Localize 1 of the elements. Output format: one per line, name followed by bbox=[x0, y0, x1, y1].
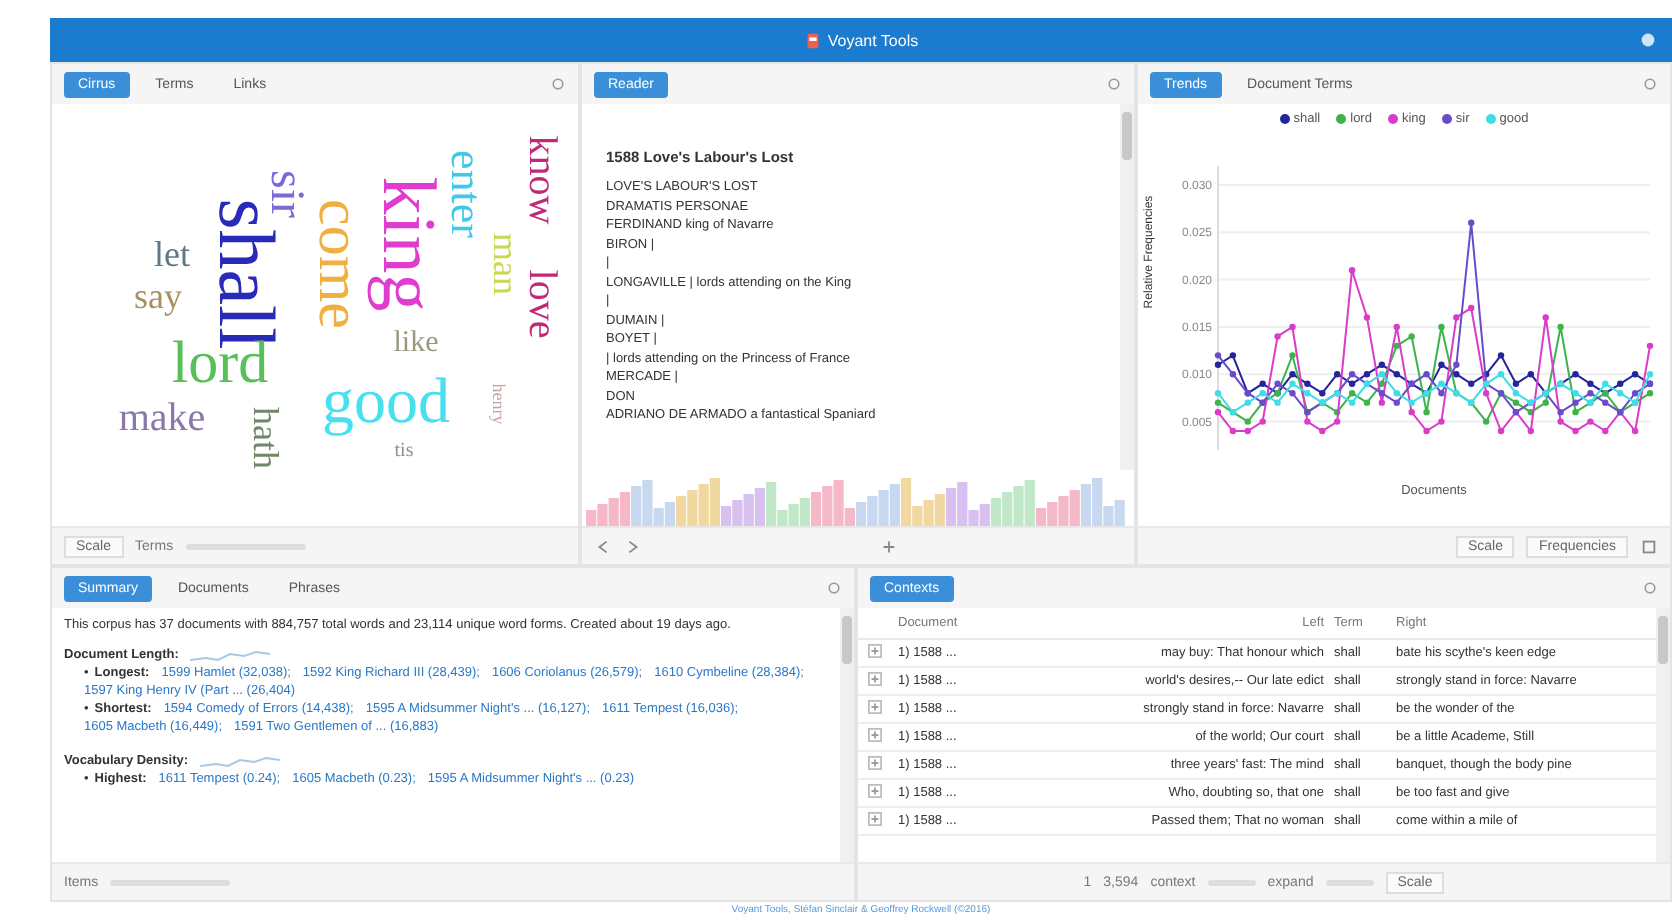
app-title: Voyant Tools bbox=[827, 31, 919, 49]
